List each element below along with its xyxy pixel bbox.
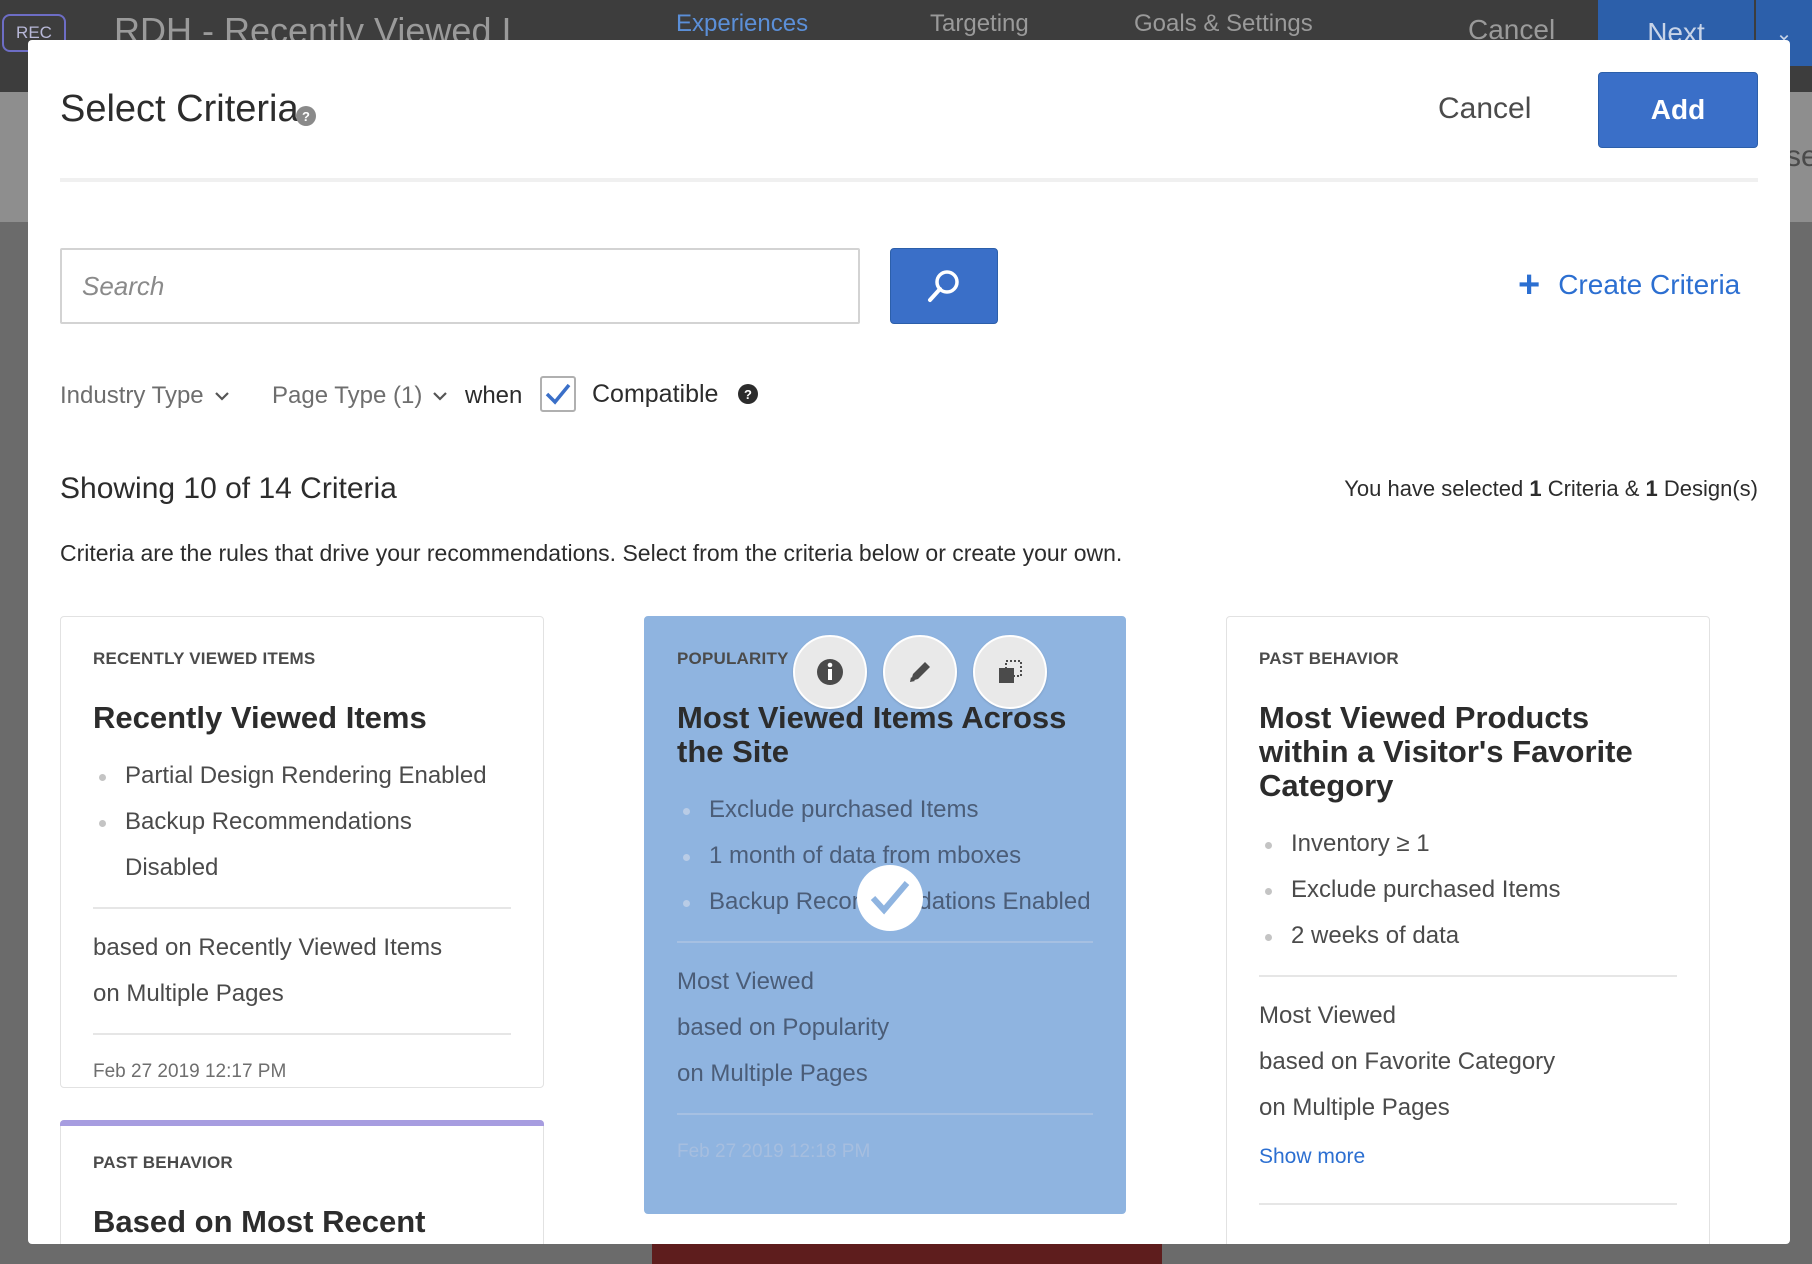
create-criteria-label: Create Criteria — [1558, 269, 1741, 300]
show-more-link[interactable]: Show more — [1259, 1145, 1677, 1169]
based-on-line: Most Viewed — [677, 968, 814, 995]
chevron-down-icon — [214, 392, 229, 401]
card-title: Most Viewed Products within a Visitor's … — [1259, 700, 1633, 803]
create-criteria-link[interactable]: + Create Criteria — [1518, 266, 1740, 304]
header-divider — [60, 178, 1758, 182]
industry-type-dropdown[interactable]: Industry Type — [60, 382, 230, 410]
based-on-line: on Multiple Pages — [1259, 1094, 1450, 1121]
checkmark-icon — [545, 383, 571, 405]
info-icon — [817, 659, 843, 685]
criteria-card-most-viewed[interactable]: POPULARITY Most Viewed Items Across the … — [644, 616, 1126, 1214]
based-on-line: Most Viewed — [1259, 1002, 1396, 1029]
question-circle-icon[interactable]: ? — [738, 384, 758, 404]
criteria-description: Criteria are the rules that drive your r… — [60, 540, 1123, 566]
list-item: 2 weeks of data — [1259, 913, 1677, 959]
based-on-line: on Multiple Pages — [93, 980, 284, 1007]
list-item: Backup Recommendations Disabled — [93, 799, 511, 891]
compatible-label: Compatible — [592, 380, 719, 408]
search-input[interactable] — [60, 248, 860, 324]
card-divider — [93, 1033, 511, 1035]
industry-type-label: Industry Type — [60, 382, 204, 409]
copy-button[interactable] — [973, 635, 1047, 709]
tab-targeting[interactable]: Targeting — [930, 10, 1029, 38]
selection-summary: You have selected 1 Criteria & 1 Design(… — [1344, 476, 1758, 501]
copy-icon — [999, 660, 1022, 683]
card-title: Based on Most Recent — [93, 1204, 426, 1239]
card-divider — [1259, 975, 1677, 977]
page-type-dropdown[interactable]: Page Type (1) — [272, 382, 448, 410]
card-category: RECENTLY VIEWED ITEMS — [93, 649, 316, 668]
plus-icon: + — [1518, 264, 1541, 306]
card-details: Inventory ≥ 1 Exclude purchased Items 2 … — [1259, 821, 1677, 959]
card-top-accent — [60, 1120, 544, 1126]
card-based-on: Most Viewed based on Popularity on Multi… — [677, 959, 1093, 1097]
list-item: Inventory ≥ 1 — [1259, 821, 1677, 867]
list-item: Exclude purchased Items — [1259, 867, 1677, 913]
info-button[interactable] — [793, 635, 867, 709]
edit-button[interactable] — [883, 635, 957, 709]
card-divider — [1259, 1203, 1677, 1205]
list-item: Partial Design Rendering Enabled — [93, 753, 511, 799]
card-title: Recently Viewed Items — [93, 700, 427, 735]
pencil-icon — [910, 662, 930, 682]
background-preview-strip — [652, 1244, 1162, 1264]
page-type-label: Page Type (1) — [272, 382, 423, 409]
cancel-button[interactable]: Cancel — [1438, 92, 1531, 126]
showing-count: Showing 10 of 14 Criteria — [60, 472, 397, 505]
card-category: PAST BEHAVIOR — [93, 1153, 233, 1172]
when-label: when — [465, 382, 523, 409]
dialog-title: Select Criteria — [60, 88, 299, 130]
add-button[interactable]: Add — [1598, 72, 1758, 148]
card-based-on: Most Viewed based on Favorite Category o… — [1259, 993, 1677, 1131]
card-category: PAST BEHAVIOR — [1259, 649, 1399, 668]
card-date: Feb 27 2019 12:17 PM — [93, 1061, 287, 1082]
based-on-line: based on Favorite Category — [1259, 1048, 1556, 1075]
search-button[interactable] — [890, 248, 998, 324]
criteria-card-most-recent[interactable]: PAST BEHAVIOR Based on Most Recent — [60, 1120, 544, 1244]
selected-check-icon — [857, 865, 923, 931]
card-title: Most Viewed Items Across the Site — [677, 700, 1067, 769]
criteria-card-recently-viewed[interactable]: RECENTLY VIEWED ITEMS Recently Viewed It… — [60, 616, 544, 1088]
question-circle-icon[interactable]: ? — [296, 106, 316, 126]
list-item: Exclude purchased Items — [677, 787, 1093, 833]
search-icon — [928, 270, 959, 302]
compatible-checkbox[interactable] — [540, 376, 576, 412]
chevron-down-icon — [433, 392, 448, 401]
card-divider — [93, 907, 511, 909]
card-based-on: based on Recently Viewed Items on Multip… — [93, 925, 511, 1017]
card-date: Feb 27 2019 12:18 PM — [677, 1141, 871, 1162]
tab-experiences[interactable]: Experiences — [676, 10, 808, 38]
select-criteria-dialog: Select Criteria ? Cancel Add + Create Cr… — [28, 40, 1790, 1244]
criteria-card-favorite-category[interactable]: PAST BEHAVIOR Most Viewed Products withi… — [1226, 616, 1710, 1244]
card-actions — [793, 635, 1047, 709]
card-divider — [677, 1113, 1093, 1115]
based-on-line: based on Popularity — [677, 1014, 890, 1041]
card-divider — [677, 941, 1093, 943]
based-on-line: based on Recently Viewed Items — [93, 934, 443, 961]
based-on-line: on Multiple Pages — [677, 1060, 868, 1087]
tab-goals-settings[interactable]: Goals & Settings — [1134, 10, 1313, 38]
card-details: Partial Design Rendering Enabled Backup … — [93, 753, 511, 891]
